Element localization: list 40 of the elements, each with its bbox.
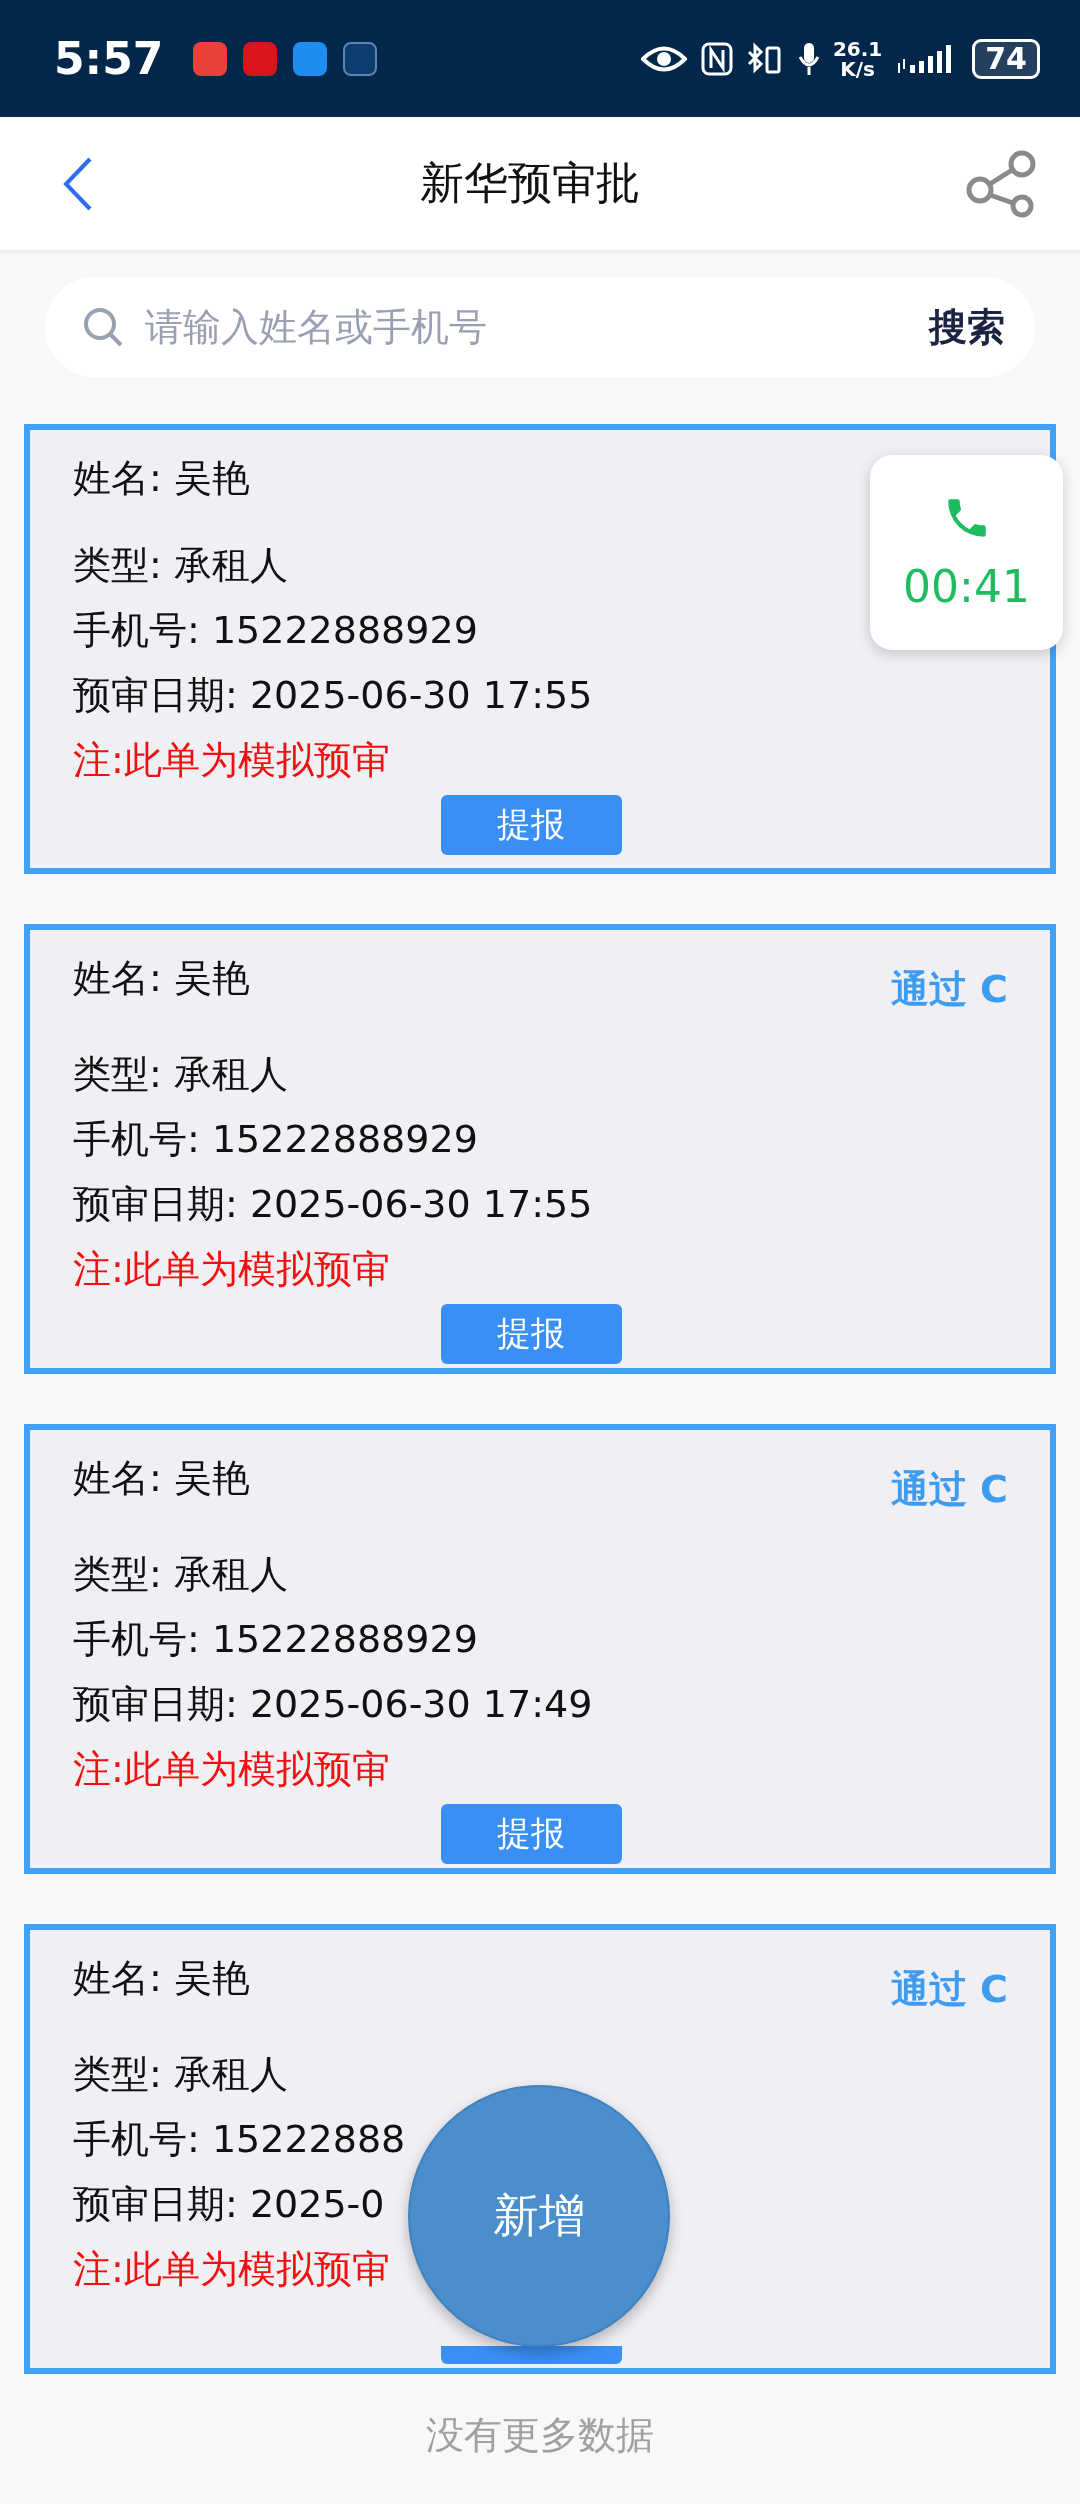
call-timer: 00:41	[903, 561, 1030, 612]
record-detail: 手机号: 15222888929	[73, 1616, 478, 1663]
name-text: 姓名: 吴艳	[73, 1955, 250, 2002]
record-detail: 类型: 承租人	[73, 542, 288, 589]
microphone-icon	[796, 40, 821, 77]
network-speed: 26.1 K/s	[832, 38, 883, 79]
note-text: 注:此单为模拟预审	[73, 1746, 390, 1793]
search-field[interactable]: 请输入姓名或手机号 搜索	[45, 277, 1035, 377]
name-text: 姓名: 吴艳	[73, 955, 250, 1002]
record-detail: 预审日期: 2025-06-30 17:49	[73, 1681, 593, 1728]
name-text: 姓名: 吴艳	[73, 455, 250, 502]
name-text: 姓名: 吴艳	[73, 1455, 250, 1502]
note-text: 注:此单为模拟预审	[73, 737, 390, 784]
search-icon	[81, 305, 125, 349]
record-card[interactable]: 姓名: 吴艳 通过 C 类型: 承租人 手机号: 15222888929 预审日期: 2025-06-30 17:55 注:此单为模拟预审 提报	[24, 924, 1056, 1374]
search-placeholder: 请输入姓名或手机号	[145, 303, 488, 351]
record-detail: 类型: 承租人	[73, 1551, 288, 1598]
note-text: 注:此单为模拟预审	[73, 1246, 390, 1293]
note-text: 注:此单为模拟预审	[73, 2246, 390, 2293]
page-title: 新华预审批	[420, 156, 640, 210]
status-text: 通过 C	[890, 1466, 1008, 1513]
record-card[interactable]: 姓名: 吴艳 通过 C 类型: 承租人 手机号: 15222888929 预审日期: 2025-06-30 17:49 注:此单为模拟预审 提报	[24, 1424, 1056, 1874]
back-icon[interactable]	[62, 155, 94, 212]
battery-level: 74	[972, 38, 1040, 79]
clock: 5:57	[54, 33, 164, 84]
search-button[interactable]: 搜索	[929, 301, 1005, 353]
share-icon[interactable]	[966, 149, 1038, 218]
nfc-icon	[700, 41, 733, 76]
record-detail: 手机号: 15222888	[73, 2116, 406, 2163]
end-of-list-text: 没有更多数据	[425, 2412, 655, 2459]
status-text: 通过 C	[890, 1966, 1008, 2013]
record-detail: 预审日期: 2025-0	[73, 2181, 385, 2228]
record-detail: 类型: 承租人	[73, 2051, 288, 2098]
record-detail: 手机号: 15222888929	[73, 607, 478, 654]
bluetooth-icon	[746, 41, 783, 76]
status-text: 通过 C	[890, 966, 1008, 1013]
record-detail: 预审日期: 2025-06-30 17:55	[73, 672, 593, 719]
record-detail: 手机号: 15222888929	[73, 1116, 478, 1163]
record-detail: 类型: 承租人	[73, 1051, 288, 1098]
record-detail: 预审日期: 2025-06-30 17:55	[73, 1181, 593, 1228]
